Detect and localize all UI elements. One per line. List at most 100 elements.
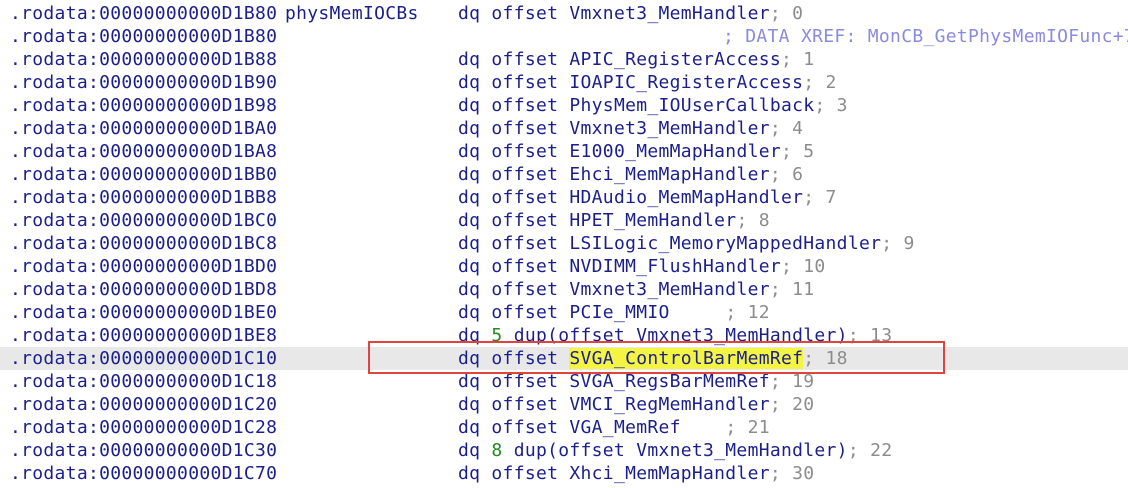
mnemonic: dq xyxy=(458,118,481,139)
index-comment: ; 7 xyxy=(803,187,837,208)
index-comment: ; 30 xyxy=(769,463,815,484)
symbol-reference[interactable]: E1000_MemMapHandler xyxy=(569,141,781,162)
listing-line[interactable]: .rodata:00000000000D1B88 dq offset APIC_R… xyxy=(0,48,1128,71)
mnemonic: dq xyxy=(458,440,481,461)
symbol-reference[interactable]: Ehci_MemMapHandler xyxy=(569,164,769,185)
symbol-reference[interactable]: NVDIMM_FlushHandler xyxy=(569,256,781,277)
symbol-reference[interactable]: PhysMem_IOUserCallback xyxy=(569,95,814,116)
index-comment: ; 0 xyxy=(769,3,804,24)
instruction: dq offset Vmxnet3_MemHandler; 0 xyxy=(458,2,803,25)
operand-prefix: offset xyxy=(480,3,570,24)
line-address[interactable]: .rodata:00000000000D1BE0 xyxy=(10,301,277,324)
data-label[interactable]: physMemIOCBs xyxy=(285,2,419,25)
index-comment: ; 20 xyxy=(769,394,815,415)
operand-prefix: offset xyxy=(480,417,570,438)
symbol-reference[interactable]: HPET_MemHandler xyxy=(569,210,736,231)
listing-line[interactable]: .rodata:00000000000D1B80 physMemIOCBs dq o… xyxy=(0,2,1128,25)
listing-line[interactable]: .rodata:00000000000D1BC8 dq offset LSILog… xyxy=(0,232,1128,255)
mnemonic: dq xyxy=(458,141,481,162)
listing-line[interactable]: .rodata:00000000000D1B90 dq offset IOAPIC… xyxy=(0,71,1128,94)
symbol-reference[interactable]: LSILogic_MemoryMappedHandler xyxy=(569,233,881,254)
instruction: dq offset IOAPIC_RegisterAccess; 2 xyxy=(458,71,837,94)
line-address[interactable]: .rodata:00000000000D1BA8 xyxy=(10,140,277,163)
symbol-reference[interactable]: Xhci_MemMapHandler xyxy=(569,463,769,484)
instruction: dq offset VGA_MemRef ; 21 xyxy=(458,416,770,439)
instruction: dq offset LSILogic_MemoryMappedHandler; … xyxy=(458,232,915,255)
instruction: dq offset APIC_RegisterAccess; 1 xyxy=(458,48,814,71)
listing-line[interactable]: .rodata:00000000000D1B80 ; DATA XREF: Mon… xyxy=(0,25,1128,48)
line-address[interactable]: .rodata:00000000000D1C30 xyxy=(10,439,277,462)
line-address[interactable]: .rodata:00000000000D1BE8 xyxy=(10,324,277,347)
line-address[interactable]: .rodata:00000000000D1BD0 xyxy=(10,255,277,278)
index-comment: ; 21 xyxy=(725,417,770,438)
index-comment: ; 4 xyxy=(769,118,804,139)
operand-prefix: offset xyxy=(480,233,570,254)
listing-line[interactable]: .rodata:00000000000D1BB0 dq offset Ehci_M… xyxy=(0,163,1128,186)
line-address[interactable]: .rodata:00000000000D1C70 xyxy=(10,462,277,485)
mnemonic: dq xyxy=(458,394,481,415)
symbol-reference[interactable]: IOAPIC_RegisterAccess xyxy=(569,72,803,93)
symbol-reference[interactable]: PCIe_MMIO xyxy=(569,302,669,323)
line-address[interactable]: .rodata:00000000000D1B98 xyxy=(10,94,277,117)
listing-line[interactable]: .rodata:00000000000D1C30 dq 8 dup(offset … xyxy=(0,439,1128,462)
listing-line[interactable]: .rodata:00000000000D1BB8 dq offset HDAudi… xyxy=(0,186,1128,209)
operand-prefix: offset xyxy=(480,256,570,277)
line-address[interactable]: .rodata:00000000000D1B80 xyxy=(10,25,277,48)
xref-comment[interactable]: ; DATA XREF: MonCB_GetPhysMemIOFunc+7 xyxy=(723,25,1128,48)
index-comment: ; 6 xyxy=(769,164,804,185)
listing-line[interactable]: .rodata:00000000000D1BD8 dq offset Vmxnet… xyxy=(0,278,1128,301)
mnemonic: dq xyxy=(458,279,481,300)
listing-line[interactable]: .rodata:00000000000D1BC0 dq offset HPET_M… xyxy=(0,209,1128,232)
line-address[interactable]: .rodata:00000000000D1BB0 xyxy=(10,163,277,186)
index-comment: ; 8 xyxy=(736,210,770,231)
disassembly-listing[interactable]: .rodata:00000000000D1B80 physMemIOCBs dq o… xyxy=(0,2,1128,485)
symbol-reference[interactable]: Vmxnet3_MemHandler xyxy=(569,118,769,139)
symbol-reference[interactable]: HDAudio_MemMapHandler xyxy=(569,187,803,208)
line-address[interactable]: .rodata:00000000000D1BC0 xyxy=(10,209,277,232)
index-comment: ; 5 xyxy=(781,141,815,162)
operand-prefix: offset xyxy=(480,371,570,392)
line-address[interactable]: .rodata:00000000000D1C28 xyxy=(10,416,277,439)
index-comment: ; 22 xyxy=(847,440,893,461)
listing-line[interactable]: .rodata:00000000000D1C20 dq offset VMCI_R… xyxy=(0,393,1128,416)
line-address[interactable]: .rodata:00000000000D1C10 xyxy=(10,347,277,370)
listing-line[interactable]: .rodata:00000000000D1BD0 dq offset NVDIMM… xyxy=(0,255,1128,278)
listing-line[interactable]: .rodata:00000000000D1C28 dq offset VGA_Me… xyxy=(0,416,1128,439)
line-address[interactable]: .rodata:00000000000D1B90 xyxy=(10,71,277,94)
line-address[interactable]: .rodata:00000000000D1BA0 xyxy=(10,117,277,140)
mnemonic: dq xyxy=(458,95,481,116)
listing-line[interactable]: .rodata:00000000000D1BA0 dq offset Vmxnet… xyxy=(0,117,1128,140)
line-address[interactable]: .rodata:00000000000D1C18 xyxy=(10,370,277,393)
line-address[interactable]: .rodata:00000000000D1BB8 xyxy=(10,186,277,209)
instruction: dq offset Vmxnet3_MemHandler; 4 xyxy=(458,117,803,140)
symbol-reference[interactable]: VGA_MemRef xyxy=(569,417,680,438)
listing-line[interactable]: .rodata:00000000000D1B98 dq offset PhysMe… xyxy=(0,94,1128,117)
mnemonic: dq xyxy=(458,371,481,392)
mnemonic: dq xyxy=(458,210,481,231)
instruction: dq offset Ehci_MemMapHandler; 6 xyxy=(458,163,803,186)
operand-prefix xyxy=(480,440,491,461)
mnemonic: dq xyxy=(458,233,481,254)
listing-line[interactable]: .rodata:00000000000D1C70 dq offset Xhci_M… xyxy=(0,462,1128,485)
line-address[interactable]: .rodata:00000000000D1C20 xyxy=(10,393,277,416)
line-address[interactable]: .rodata:00000000000D1B88 xyxy=(10,48,277,71)
dup-count: 8 xyxy=(491,440,503,461)
symbol-reference[interactable]: Vmxnet3_MemHandler xyxy=(569,279,769,300)
line-address[interactable]: .rodata:00000000000D1BD8 xyxy=(10,278,277,301)
line-address[interactable]: .rodata:00000000000D1BC8 xyxy=(10,232,277,255)
symbol-reference[interactable]: dup(offset Vmxnet3_MemHandler) xyxy=(503,440,848,461)
symbol-reference[interactable]: VMCI_RegMemHandler xyxy=(569,394,769,415)
operand-prefix: offset xyxy=(480,164,570,185)
instruction: dq offset PhysMem_IOUserCallback; 3 xyxy=(458,94,848,117)
symbol-reference[interactable]: SVGA_RegsBarMemRef xyxy=(569,371,769,392)
line-address[interactable]: .rodata:00000000000D1B80 xyxy=(10,2,277,25)
listing-line[interactable]: .rodata:00000000000D1BA8 dq offset E1000_… xyxy=(0,140,1128,163)
listing-line[interactable]: .rodata:00000000000D1BE0 dq offset PCIe_M… xyxy=(0,301,1128,324)
operand-prefix: offset xyxy=(480,49,570,70)
index-comment: ; 12 xyxy=(725,302,770,323)
symbol-reference[interactable]: Vmxnet3_MemHandler xyxy=(569,3,769,24)
instruction: dq offset HDAudio_MemMapHandler; 7 xyxy=(458,186,837,209)
index-comment: ; 11 xyxy=(769,279,815,300)
symbol-reference[interactable]: APIC_RegisterAccess xyxy=(569,49,781,70)
instruction: dq offset NVDIMM_FlushHandler; 10 xyxy=(458,255,826,278)
